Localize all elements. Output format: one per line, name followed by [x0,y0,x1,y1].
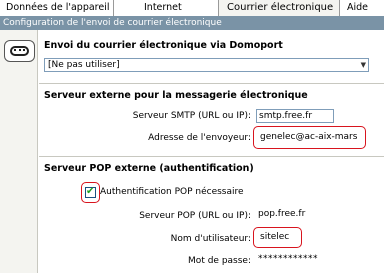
chevron-down-icon[interactable]: ▼ [361,61,366,69]
page-title: Configuration de l'envoi de courrier éle… [0,16,384,30]
tab-bar: Données de l'appareil Internet Courrier … [0,0,384,16]
divider [39,156,384,157]
tab-aide[interactable]: Aide [340,0,384,16]
settings-content: Envoi du courrier électronique via Domop… [39,30,384,273]
sender-address-label: Adresse de l'envoyeur: [148,133,251,143]
send-section-title: Envoi du courrier électronique via Domop… [44,40,283,51]
smtp-server-label: Serveur SMTP (URL ou IP): [132,111,251,121]
tab-donnees-appareil[interactable]: Données de l'appareil [0,0,114,16]
pop-server-input[interactable]: pop.free.fr [256,208,326,222]
divider [39,83,384,84]
checkmark-icon: ✔ [86,186,95,197]
pop-server-label: Serveur POP (URL ou IP): [139,211,251,221]
tab-courrier-electronique[interactable]: Courrier électronique [218,0,340,16]
pop-auth-checkbox[interactable]: ✔ [85,186,96,198]
password-input[interactable]: ************ [256,253,334,267]
smtp-section-title: Serveur externe pour la messagerie élect… [44,90,308,101]
username-highlight [253,227,302,248]
pop-auth-label: Authentification POP nécessaire [100,187,244,197]
sender-address-highlight [253,126,366,149]
send-method-select[interactable]: [Ne pas utiliser] ▼ [44,58,369,72]
left-panel [0,30,38,273]
password-label: Mot de passe: [188,256,251,266]
smtp-server-input[interactable]: smtp.free.fr [256,109,334,123]
pop-section-title: Serveur POP externe (authentification) [44,163,254,174]
router-icon [4,40,35,62]
tab-internet[interactable]: Internet [114,0,218,16]
username-label: Nom d'utilisateur: [170,234,251,244]
send-method-value: [Ne pas utiliser] [48,60,120,70]
